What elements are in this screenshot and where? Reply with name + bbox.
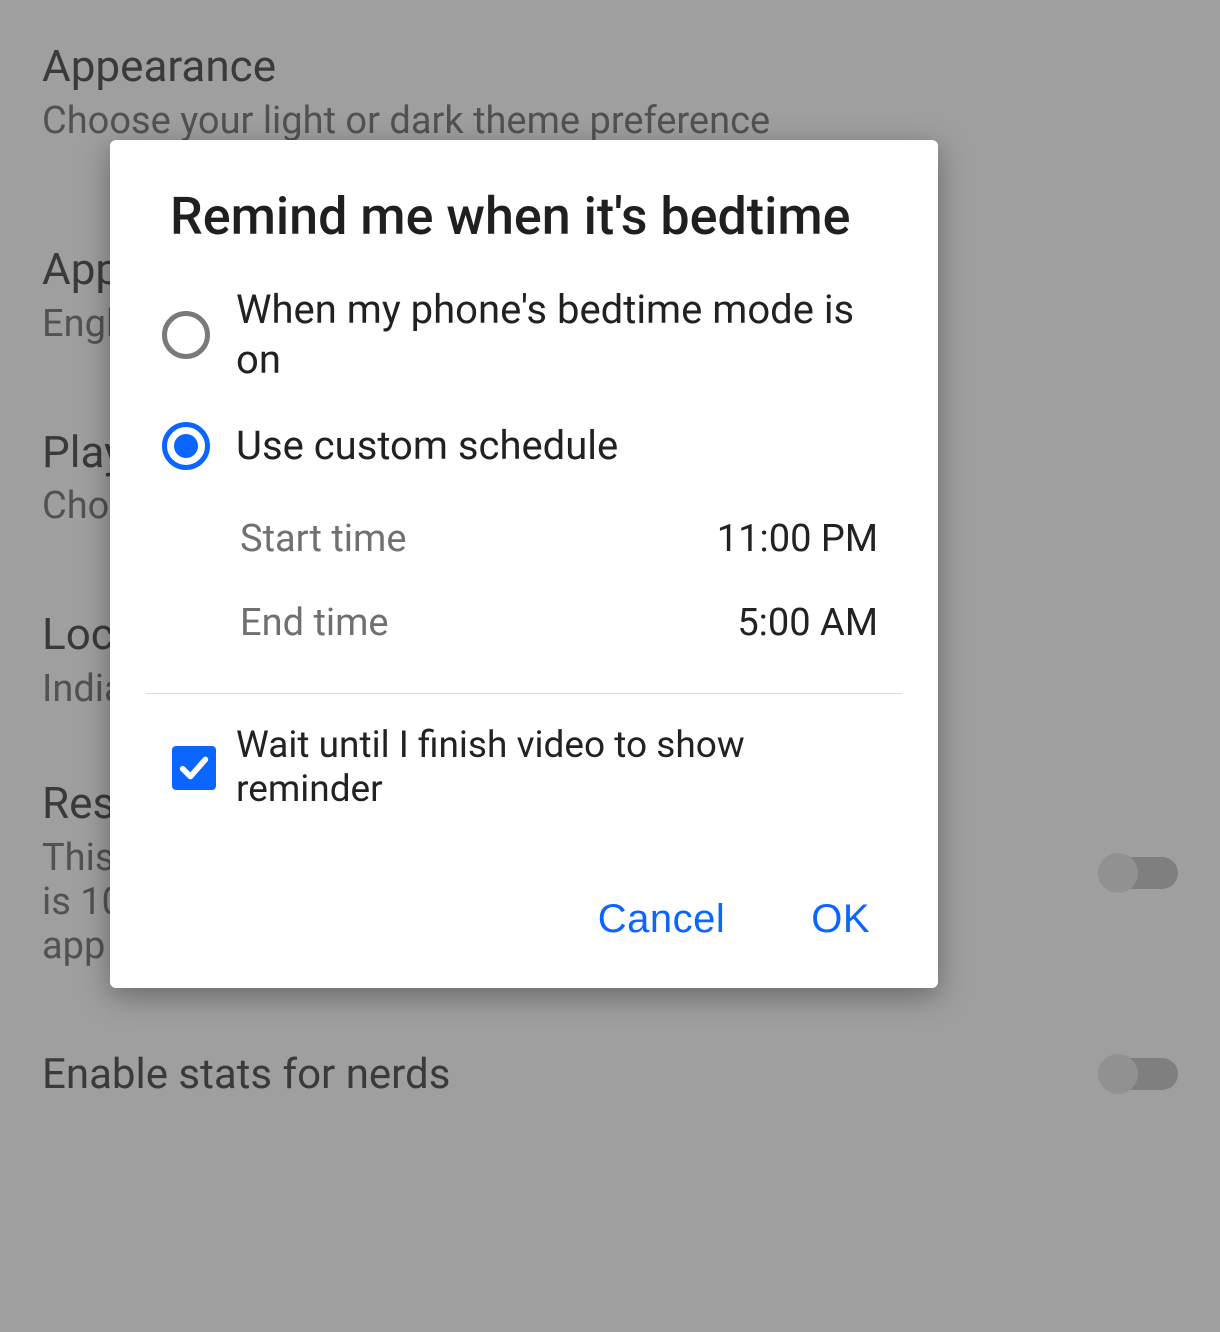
start-time-value: 11:00 PM bbox=[717, 517, 878, 561]
radio-option-phone-bedtime[interactable]: When my phone's bedtime mode is on bbox=[110, 267, 938, 403]
dialog-actions: Cancel OK bbox=[598, 897, 870, 942]
custom-schedule-block: Start time 11:00 PM End time 5:00 AM bbox=[110, 489, 938, 693]
radio-label: Use custom schedule bbox=[236, 421, 618, 471]
start-time-row[interactable]: Start time 11:00 PM bbox=[240, 497, 878, 581]
end-time-label: End time bbox=[240, 601, 389, 645]
cancel-button[interactable]: Cancel bbox=[598, 897, 726, 942]
radio-icon-selected bbox=[162, 422, 210, 470]
dialog-title: Remind me when it's bedtime bbox=[110, 186, 938, 267]
radio-label: When my phone's bedtime mode is on bbox=[236, 285, 878, 385]
radio-icon-unselected bbox=[162, 311, 210, 359]
checkbox-checked-icon bbox=[172, 746, 216, 790]
radio-option-custom-schedule[interactable]: Use custom schedule bbox=[110, 403, 938, 489]
ok-button[interactable]: OK bbox=[811, 897, 870, 942]
end-time-value: 5:00 AM bbox=[737, 601, 878, 645]
start-time-label: Start time bbox=[240, 517, 406, 561]
wait-until-finish-checkbox-row[interactable]: Wait until I finish video to show remind… bbox=[110, 694, 938, 813]
check-icon bbox=[177, 751, 211, 785]
end-time-row[interactable]: End time 5:00 AM bbox=[240, 581, 878, 665]
bedtime-reminder-dialog: Remind me when it's bedtime When my phon… bbox=[110, 140, 938, 988]
checkbox-label: Wait until I finish video to show remind… bbox=[236, 724, 886, 813]
